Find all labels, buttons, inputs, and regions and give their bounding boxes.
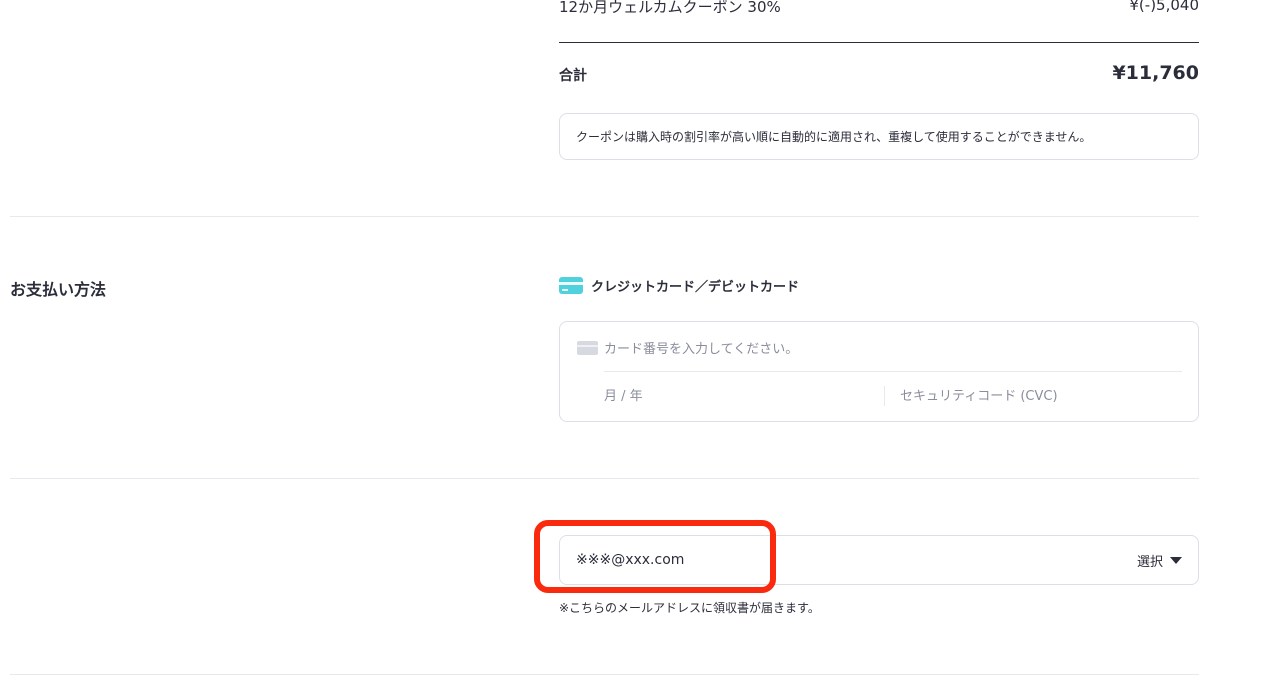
card-number-input[interactable] (604, 338, 1174, 360)
email-value: ※※※@xxx.com (576, 552, 685, 568)
email-select[interactable]: ※※※@xxx.com 選択 (559, 535, 1199, 585)
expiry-input[interactable] (604, 385, 874, 407)
coupon-notice-text: クーポンは購入時の割引率が高い順に自動的に適用され、重複して使用することができま… (576, 130, 1092, 144)
section-divider (10, 216, 1199, 217)
total-label: 合計 (559, 68, 587, 84)
coupon-line-label: 12か月ウェルカムクーポン 30% (559, 0, 781, 16)
email-note: ※こちらのメールアドレスに領収書が届きます。 (559, 601, 820, 615)
card-number-icon (577, 341, 598, 355)
select-label: 選択 (1136, 554, 1163, 570)
card-input-box (559, 321, 1199, 422)
select-toggle[interactable]: 選択 (1137, 551, 1182, 570)
card-inner-divider (604, 371, 1182, 372)
total-value: ¥11,760 (1112, 62, 1199, 84)
section-divider (10, 478, 1199, 479)
payment-method: クレジットカード／デビットカード (559, 276, 799, 295)
coupon-notice: クーポンは購入時の割引率が高い順に自動的に適用され、重複して使用することができま… (559, 113, 1199, 160)
payment-section-title: お支払い方法 (10, 280, 107, 299)
coupon-line-value: ¥(-)5,040 (1129, 0, 1199, 14)
section-divider (10, 674, 1199, 675)
payment-method-label: クレジットカード／デビットカード (591, 280, 800, 295)
cvc-input[interactable] (900, 385, 1180, 407)
credit-card-icon (559, 277, 583, 294)
caret-down-icon (1170, 556, 1182, 564)
summary-divider (559, 42, 1199, 43)
card-field-divider (884, 386, 885, 406)
